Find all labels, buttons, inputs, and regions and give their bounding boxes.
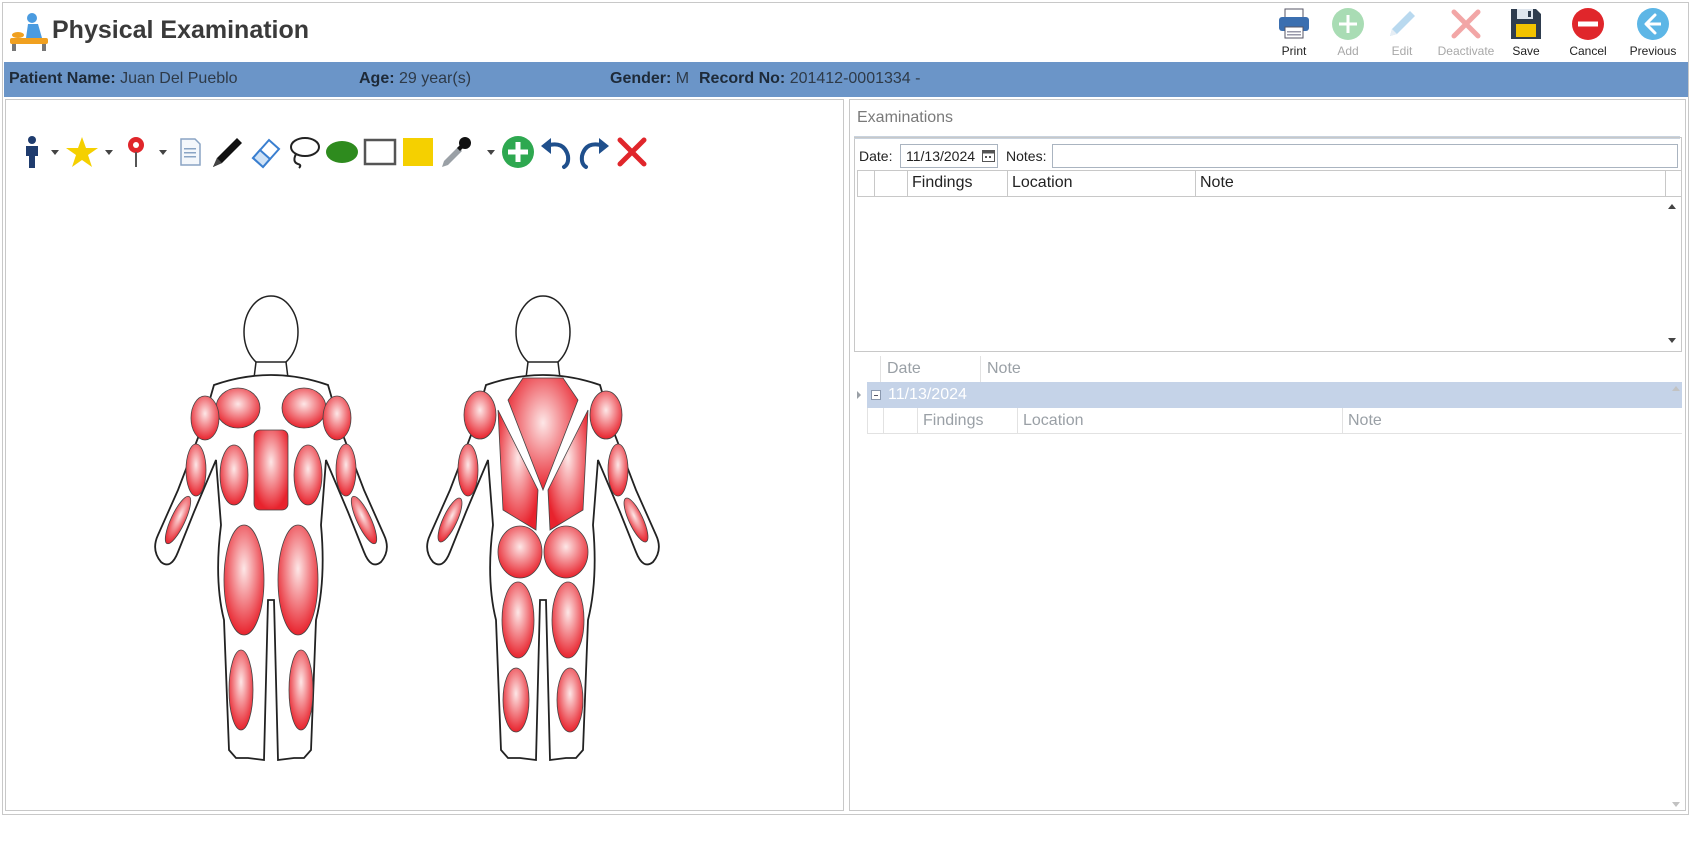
ellipse-icon	[326, 141, 358, 163]
collapse-icon[interactable]	[871, 390, 881, 400]
undo-icon	[541, 138, 571, 169]
column-note[interactable]: Note	[1196, 171, 1666, 196]
patient-name: Patient Name: Juan Del Pueblo	[9, 70, 238, 87]
examinations-title: Examinations	[857, 109, 954, 126]
column-note[interactable]: Note	[980, 356, 1680, 382]
pencil-icon	[1390, 11, 1415, 36]
star-dropdown-icon[interactable]	[105, 150, 113, 155]
filled-rectangle-tool[interactable]	[400, 134, 436, 170]
body-front-figure[interactable]	[126, 240, 416, 845]
history-scroll-down-icon[interactable]	[1672, 802, 1680, 807]
detail-column-note[interactable]: Note	[1342, 408, 1682, 433]
floppy-disk-icon	[1511, 9, 1541, 39]
person-tool[interactable]	[14, 134, 50, 170]
star-tool[interactable]	[64, 134, 100, 170]
section-divider	[854, 136, 1680, 139]
eraser-icon	[251, 138, 281, 169]
star-icon	[66, 137, 98, 167]
column-location[interactable]: Location	[1008, 171, 1196, 196]
patient-age: Age: 29 year(s)	[359, 70, 472, 87]
map-pin-icon	[128, 137, 144, 167]
date-label: Date:	[859, 148, 893, 164]
person-dropdown-icon[interactable]	[51, 150, 59, 155]
drawing-panel	[5, 99, 844, 811]
previous-button[interactable]: Previous	[1628, 6, 1678, 60]
map-pin-tool[interactable]	[118, 134, 154, 170]
grid-select-column	[875, 171, 908, 196]
grid-scroll-up-icon[interactable]	[1668, 204, 1676, 209]
printer-icon	[1279, 8, 1309, 39]
print-button[interactable]: Print	[1272, 6, 1316, 60]
notes-field[interactable]	[1052, 144, 1678, 168]
grid-indicator-column	[858, 171, 875, 196]
cancel-button[interactable]: Cancel	[1566, 6, 1610, 60]
patient-gender: Gender: M	[610, 70, 690, 87]
examinations-panel: Examinations Date: 11/13/2024 Notes: Fin…	[849, 99, 1686, 811]
history-detail-header: Findings Location Note	[867, 408, 1682, 434]
rectangle-icon	[363, 138, 397, 166]
notes-label: Notes:	[1006, 148, 1047, 164]
examination-logo-icon	[10, 13, 48, 51]
redo-icon	[579, 138, 609, 169]
column-findings[interactable]: Findings	[908, 171, 1008, 196]
page-title: Physical Examination	[52, 16, 310, 44]
pin-dropdown-icon[interactable]	[159, 150, 167, 155]
column-date[interactable]: Date	[880, 356, 980, 382]
eyedropper-icon	[442, 137, 471, 167]
detail-column-location[interactable]: Location	[1017, 408, 1342, 433]
body-back-figure[interactable]	[398, 240, 688, 845]
history-grid-header: Date Note	[880, 356, 1680, 382]
note-tool[interactable]	[172, 134, 208, 170]
calendar-icon[interactable]	[982, 149, 995, 162]
lasso-icon	[290, 137, 320, 169]
edit-button[interactable]: Edit	[1380, 6, 1424, 60]
detail-column-findings[interactable]: Findings	[917, 408, 1017, 433]
redo-button[interactable]	[576, 134, 612, 170]
deactivate-button[interactable]: Deactivate	[1434, 6, 1498, 60]
pen-icon	[213, 138, 242, 167]
arrow-left-icon	[1637, 8, 1669, 40]
add-icon	[502, 136, 534, 168]
note-icon	[180, 138, 201, 166]
rectangle-tool[interactable]	[362, 134, 398, 170]
eyedropper-dropdown-icon[interactable]	[487, 150, 495, 155]
eyedropper-tool[interactable]	[438, 134, 474, 170]
eraser-tool[interactable]	[248, 134, 284, 170]
add-shape-button[interactable]	[500, 134, 536, 170]
add-button[interactable]: Add	[1326, 6, 1370, 60]
save-button[interactable]: Save	[1504, 6, 1548, 60]
filled-rectangle-icon	[403, 138, 433, 166]
pen-tool[interactable]	[210, 134, 246, 170]
history-row[interactable]: 11/13/2024	[867, 382, 1682, 408]
patient-info-bar: Patient Name: Juan Del Pueblo Age: 29 ye…	[4, 62, 1688, 97]
lasso-tool[interactable]	[286, 134, 322, 170]
detail-select-column	[883, 408, 917, 433]
grid-scroll-down-icon[interactable]	[1668, 338, 1676, 343]
add-icon	[1332, 8, 1364, 40]
minus-circle-icon	[1572, 8, 1604, 40]
undo-button[interactable]	[538, 134, 574, 170]
findings-grid-header: Findings Location Note	[857, 170, 1682, 197]
patient-record: Record No: 201412-0001334 -	[699, 70, 921, 87]
close-icon	[1451, 9, 1481, 39]
ellipse-tool[interactable]	[324, 134, 360, 170]
history-scroll-up-icon[interactable]	[1672, 386, 1680, 391]
app-header: Physical Examination Print Add Edit Deac…	[0, 0, 1691, 62]
row-indicator-icon	[857, 391, 861, 399]
clear-icon	[617, 137, 647, 167]
clear-button[interactable]	[614, 134, 650, 170]
person-icon	[26, 136, 38, 168]
detail-indent	[867, 408, 883, 433]
